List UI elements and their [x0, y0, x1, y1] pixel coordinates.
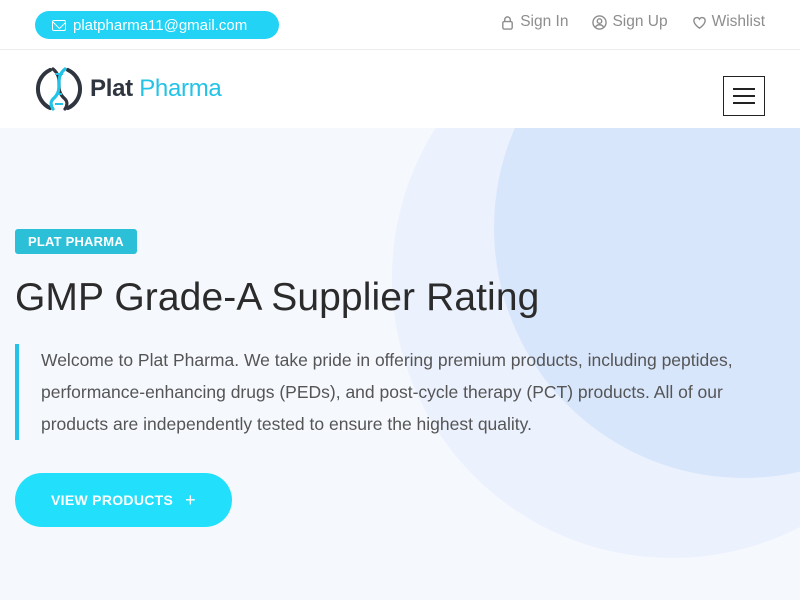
hero-intro-text: Welcome to Plat Pharma. We take pride in…	[15, 344, 775, 440]
hamburger-line	[733, 95, 755, 97]
dna-logo-icon	[36, 67, 82, 111]
hamburger-line	[733, 88, 755, 90]
envelope-icon	[52, 19, 66, 31]
site-logo[interactable]: Plat Pharma	[34, 63, 222, 115]
logo-text-bold: Plat	[90, 75, 133, 102]
heart-icon	[692, 16, 706, 29]
hamburger-line	[733, 102, 755, 104]
user-circle-icon	[592, 14, 608, 30]
wishlist-label: Wishlist	[711, 13, 765, 30]
email-button[interactable]: platpharma11@gmail.com	[35, 11, 279, 39]
sign-in-link[interactable]: Sign In	[500, 13, 568, 31]
site-header: Plat Pharma	[0, 50, 800, 128]
menu-toggle-button[interactable]	[723, 76, 765, 116]
logo-text: Plat Pharma	[90, 75, 222, 103]
hero-tag: PLAT PHARMA	[15, 229, 137, 254]
account-links: Sign In Sign Up Wishlist	[500, 13, 765, 31]
view-products-button[interactable]: VIEW PRODUCTS +	[15, 473, 232, 527]
logo-text-light: Pharma	[139, 75, 222, 102]
lock-icon	[502, 15, 514, 30]
top-bar: platpharma11@gmail.com Sign In Sign Up W…	[0, 0, 800, 50]
hero-section: PLAT PHARMA GMP Grade-A Supplier Rating …	[0, 128, 800, 600]
wishlist-link[interactable]: Wishlist	[692, 13, 765, 31]
view-products-label: VIEW PRODUCTS	[51, 492, 174, 508]
plus-icon: +	[185, 489, 196, 510]
sign-up-link[interactable]: Sign Up	[592, 13, 668, 31]
sign-in-label: Sign In	[520, 13, 569, 30]
email-text: platpharma11@gmail.com	[73, 16, 248, 34]
hero-headline: GMP Grade-A Supplier Rating	[15, 276, 540, 319]
sign-up-label: Sign Up	[612, 13, 668, 30]
